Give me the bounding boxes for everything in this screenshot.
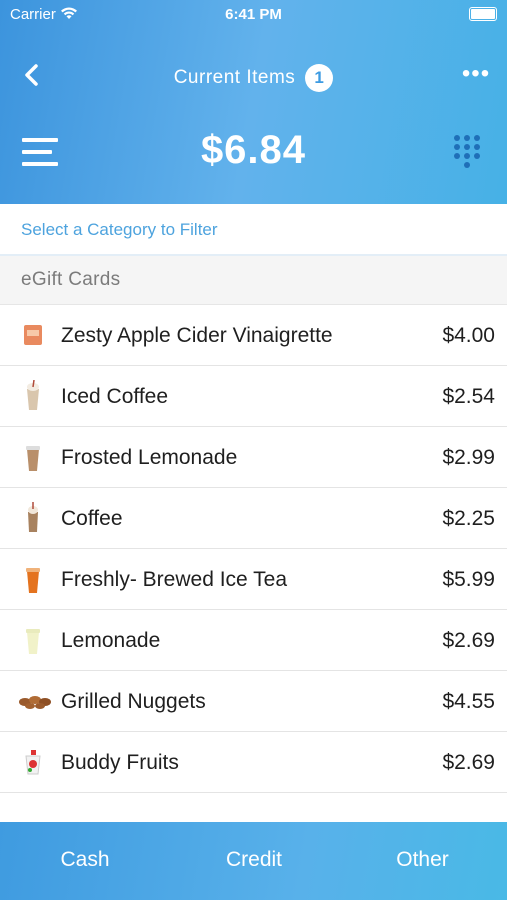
item-price: $4.00 — [442, 324, 495, 347]
fruit-pouch-icon — [18, 746, 48, 778]
item-name: Grilled Nuggets — [61, 690, 206, 713]
battery-icon — [469, 7, 497, 21]
item-price: $2.54 — [442, 385, 495, 408]
nuggets-icon — [18, 685, 51, 717]
status-bar: Carrier 6:41 PM — [0, 0, 507, 30]
lemonade-icon — [18, 624, 48, 656]
category-filter[interactable]: Select a Category to Filter — [0, 204, 507, 256]
list-item[interactable]: Grilled Nuggets $4.55 — [0, 671, 507, 732]
order-total: $6.84 — [200, 128, 307, 172]
page-title-group: Current Items 1 — [0, 64, 507, 92]
total-row: $6.84 — [0, 120, 507, 184]
item-count-badge: 1 — [305, 64, 334, 92]
item-list: Zesty Apple Cider Vinaigrette $4.00 Iced… — [0, 305, 507, 793]
credit-button[interactable]: Credit — [169, 848, 339, 872]
other-payment-button[interactable]: Other — [338, 848, 507, 872]
more-options-icon[interactable]: ••• — [461, 60, 491, 90]
item-price: $5.99 — [442, 568, 495, 591]
keypad-icon[interactable] — [453, 134, 481, 170]
list-item[interactable]: Zesty Apple Cider Vinaigrette $4.00 — [0, 305, 507, 366]
item-price: $2.69 — [442, 629, 495, 652]
category-header: eGift Cards — [0, 256, 507, 305]
status-time: 6:41 PM — [225, 6, 282, 23]
category-name: eGift Cards — [21, 269, 121, 290]
category-filter-label: Select a Category to Filter — [21, 220, 218, 239]
list-item[interactable]: Iced Coffee $2.54 — [0, 366, 507, 427]
nav-bar: Current Items 1 ••• — [0, 52, 507, 98]
page-title: Current Items — [173, 67, 296, 88]
item-name: Coffee — [61, 507, 123, 530]
dressing-packet-icon — [18, 319, 48, 351]
item-name: Frosted Lemonade — [61, 446, 238, 469]
item-name: Zesty Apple Cider Vinaigrette — [61, 324, 333, 347]
item-price: $2.99 — [442, 446, 495, 469]
item-name: Freshly- Brewed Ice Tea — [61, 568, 288, 591]
header: Carrier 6:41 PM Current Items 1 ••• $6.8… — [0, 0, 507, 204]
item-name: Buddy Fruits — [61, 751, 179, 774]
list-item[interactable]: Buddy Fruits $2.69 — [0, 732, 507, 793]
item-price: $2.25 — [442, 507, 495, 530]
list-item[interactable]: Coffee $2.25 — [0, 488, 507, 549]
frosted-drink-icon — [18, 441, 48, 473]
item-price: $2.69 — [442, 751, 495, 774]
item-price: $4.55 — [442, 690, 495, 713]
ice-tea-icon — [18, 563, 48, 595]
coffee-cup-icon — [18, 502, 48, 534]
payment-tab-bar: Cash Credit Other — [0, 822, 507, 900]
list-item[interactable]: Lemonade $2.69 — [0, 610, 507, 671]
list-item[interactable]: Frosted Lemonade $2.99 — [0, 427, 507, 488]
item-name: Iced Coffee — [61, 385, 169, 408]
cash-button[interactable]: Cash — [0, 848, 170, 872]
iced-coffee-icon — [18, 379, 48, 412]
list-item[interactable]: Freshly- Brewed Ice Tea $5.99 — [0, 549, 507, 610]
item-name: Lemonade — [61, 629, 161, 652]
